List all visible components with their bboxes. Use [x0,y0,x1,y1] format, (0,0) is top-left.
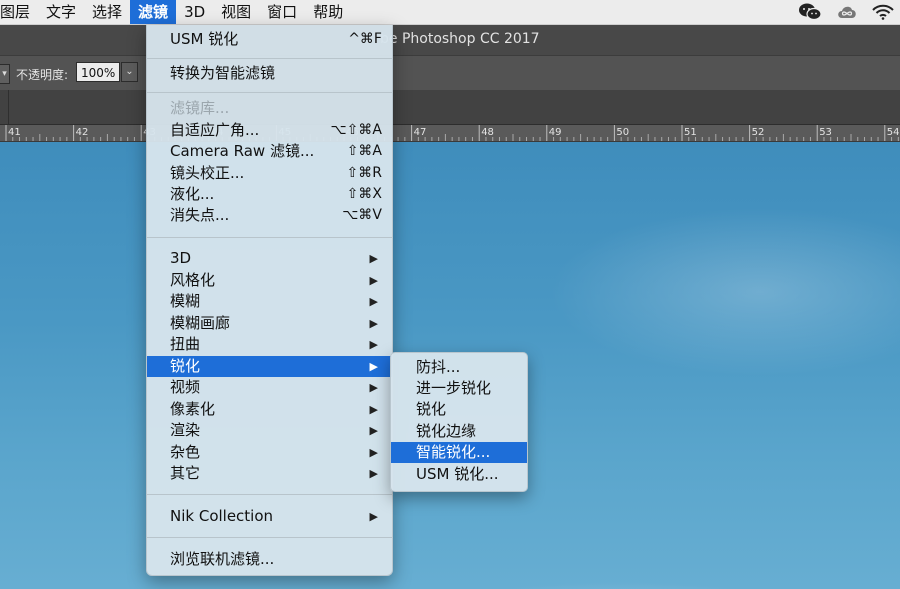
submenu-arrow-icon: ▶ [369,381,378,394]
submenu-arrow-icon: ▶ [369,510,378,523]
menu-item-pixelate[interactable]: 像素化 ▶ [147,399,392,420]
opacity-label: 不透明度: [16,68,69,82]
menu-separator [147,237,392,238]
shortcut-label: ⌥⇧⌘A [330,122,382,138]
shortcut-label: ⇧⌘A [346,143,382,159]
ruler-tick-label: 49 [549,127,562,138]
wifi-icon[interactable] [872,4,894,20]
menu-item-nik-collection[interactable]: Nik Collection ▶ [147,506,392,527]
submenu-arrow-icon: ▶ [369,403,378,416]
ruler-tick-label: 42 [76,127,89,138]
submenu-arrow-icon: ▶ [369,317,378,330]
menu-item-browse-filters-online[interactable]: 浏览联机滤镜... [147,549,392,570]
options-bar: ▾ 不透明度: 100% ⌄ [0,55,900,91]
menu-select[interactable]: 选择 [84,0,130,24]
app-title: be Photoshop CC 2017 [380,31,540,47]
ruler-ticks: 4142434445464748495051525354 [5,125,900,141]
menu-item-blur[interactable]: 模糊 ▶ [147,291,392,312]
menu-view[interactable]: 视图 [213,0,259,24]
menu-filter[interactable]: 滤镜 [130,0,177,24]
submenu-arrow-icon: ▶ [369,295,378,308]
menu-item-adaptive-wide-angle[interactable]: 自适应广角... ⌥⇧⌘A [147,120,392,141]
submenu-arrow-icon: ▶ [369,338,378,351]
ruler-tick-label: 52 [752,127,765,138]
menu-3d[interactable]: 3D [176,0,213,24]
ruler-tick-label: 48 [481,127,494,138]
menu-item-sharpen[interactable]: 锐化 ▶ [147,356,392,377]
ruler-tick-label: 50 [616,127,629,138]
shortcut-label: ⌥⌘V [342,207,382,223]
submenu-item-unsharp-mask[interactable]: USM 锐化... [391,464,527,485]
shortcut-label: ^⌘F [348,31,382,47]
menu-item-vanishing-point[interactable]: 消失点... ⌥⌘V [147,205,392,226]
ruler-tick-label: 54 [887,127,900,138]
options-expand-arrow[interactable]: ▾ [0,64,10,84]
menu-item-stylize[interactable]: 风格化 ▶ [147,270,392,291]
opacity-dropdown[interactable]: ⌄ [121,62,138,82]
app-title-bar: be Photoshop CC 2017 [0,25,900,55]
horizontal-ruler[interactable]: 4142434445464748495051525354 [0,125,900,142]
menu-item-other[interactable]: 其它 ▶ [147,463,392,484]
submenu-arrow-icon: ▶ [369,274,378,287]
submenu-item-sharpen-edges[interactable]: 锐化边缘 [391,421,527,442]
tab-divider [8,90,9,124]
submenu-arrow-icon: ▶ [369,252,378,265]
menu-separator [147,92,392,93]
submenu-arrow-icon: ▶ [369,360,378,373]
submenu-arrow-icon: ▶ [369,424,378,437]
wechat-icon[interactable] [798,3,822,21]
sharpen-submenu: 防抖... 进一步锐化 锐化 锐化边缘 智能锐化... USM 锐化... [390,352,528,492]
menu-help[interactable]: 帮助 [305,0,351,24]
ruler-tick-label: 47 [414,127,427,138]
menu-item-convert-smart-filters[interactable]: 转换为智能滤镜 [147,63,392,84]
menu-item-liquify[interactable]: 液化... ⇧⌘X [147,184,392,205]
menu-window[interactable]: 窗口 [259,0,305,24]
submenu-item-shake-reduction[interactable]: 防抖... [391,357,527,378]
menu-item-lens-correction[interactable]: 镜头校正... ⇧⌘R [147,163,392,184]
opacity-field[interactable]: 100% [76,62,120,82]
creative-cloud-icon[interactable] [836,4,858,20]
filter-menu: USM 锐化 ^⌘F 转换为智能滤镜 滤镜库... 自适应广角... ⌥⇧⌘A … [146,25,393,576]
menu-item-noise[interactable]: 杂色 ▶ [147,442,392,463]
menu-item-filter-gallery: 滤镜库... [170,99,230,117]
menu-separator [147,537,392,538]
menu-separator [147,58,392,59]
ruler-tick-label: 51 [684,127,697,138]
document-tab-bar [0,90,900,125]
submenu-item-sharpen-more[interactable]: 进一步锐化 [391,378,527,399]
menu-item-distort[interactable]: 扭曲 ▶ [147,334,392,355]
menu-item-render[interactable]: 渲染 ▶ [147,420,392,441]
menu-item-usm-sharpen-last[interactable]: USM 锐化 ^⌘F [147,29,392,50]
menu-item-camera-raw[interactable]: Camera Raw 滤镜... ⇧⌘A [147,141,392,162]
submenu-item-smart-sharpen[interactable]: 智能锐化... [391,442,527,463]
menu-separator [147,494,392,495]
status-area [798,0,894,24]
ruler-tick-label: 41 [8,127,21,138]
menu-bar: 图层 文字 选择 滤镜 3D 视图 窗口 帮助 [0,0,900,25]
menu-item-3d[interactable]: 3D ▶ [147,248,392,269]
menu-item-blur-gallery[interactable]: 模糊画廊 ▶ [147,313,392,334]
ruler-tick-label: 53 [819,127,832,138]
menu-item-video[interactable]: 视频 ▶ [147,377,392,398]
menu-type[interactable]: 文字 [38,0,84,24]
shortcut-label: ⇧⌘R [346,165,382,181]
submenu-arrow-icon: ▶ [369,467,378,480]
shortcut-label: ⇧⌘X [346,186,382,202]
submenu-arrow-icon: ▶ [369,446,378,459]
submenu-item-sharpen[interactable]: 锐化 [391,399,527,420]
menu-layer[interactable]: 图层 [0,0,38,24]
